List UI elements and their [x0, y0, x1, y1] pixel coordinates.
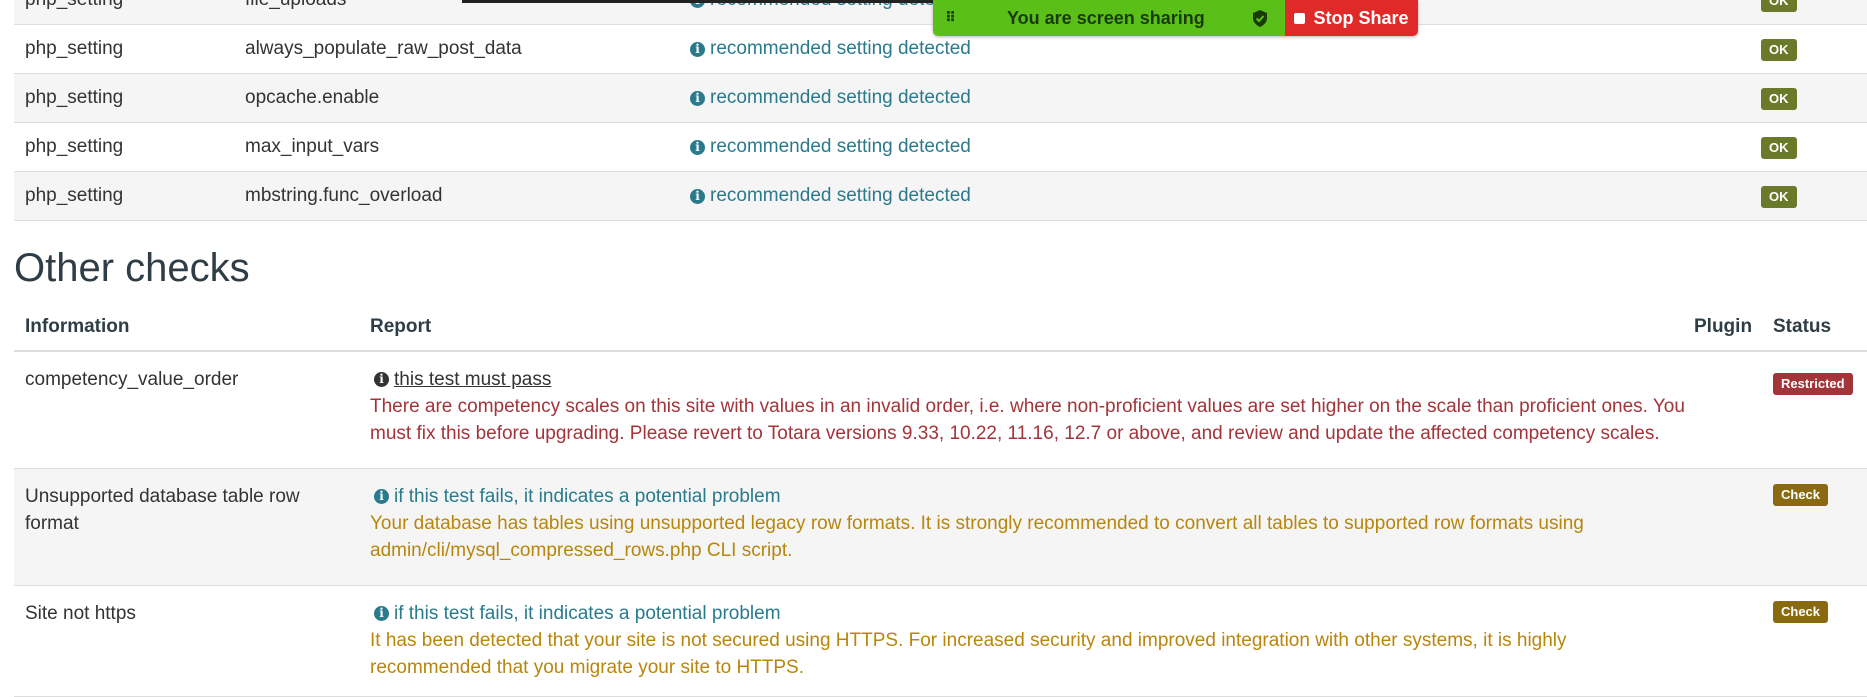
- php-row-report: i recommended setting detected: [690, 185, 971, 207]
- restricted-badge: Restricted: [1773, 373, 1853, 395]
- info-icon: i: [690, 139, 705, 155]
- info-icon: i: [690, 188, 705, 204]
- ok-badge: OK: [1761, 87, 1797, 110]
- report-heading: i if this test fails, it indicates a pot…: [370, 600, 1690, 627]
- table-row: Unsupported database table row format i …: [14, 469, 1867, 586]
- php-row-setting: max_input_vars: [245, 136, 380, 157]
- php-row-report-text: recommended setting detected: [710, 87, 971, 108]
- report-heading: i if this test fails, it indicates a pot…: [370, 483, 1690, 510]
- stop-share-button[interactable]: Stop Share: [1285, 0, 1418, 36]
- ok-badge: OK: [1761, 38, 1797, 61]
- php-row-name: php_setting: [25, 0, 123, 11]
- info-icon: i: [374, 372, 389, 387]
- php-row-report: i recommended setting detected: [690, 136, 971, 158]
- section-title: Other checks: [14, 246, 250, 290]
- info-icon: i: [374, 489, 389, 504]
- status-badge: OK: [1761, 185, 1797, 208]
- screen-sharing-banner: ⠿ You are screen sharing Stop Share: [933, 0, 1418, 36]
- ok-badge: OK: [1761, 136, 1797, 159]
- table-row: php_setting mbstring.func_overload i reco…: [14, 172, 1867, 221]
- status-badge: OK: [1761, 136, 1797, 159]
- info-icon: i: [690, 90, 705, 106]
- report-message: It has been detected that your site is n…: [370, 630, 1567, 678]
- environment-check-page: php_setting file_uploads i recommended se…: [0, 0, 1867, 697]
- stop-share-label: Stop Share: [1313, 7, 1409, 28]
- header-plugin: Plugin: [1694, 316, 1753, 337]
- php-row-setting: mbstring.func_overload: [245, 185, 443, 206]
- other-checks-table: Information Report Plugin Status compete…: [14, 306, 1867, 697]
- report-heading-text: if this test fails, it indicates a poten…: [394, 486, 781, 507]
- ok-badge: OK: [1761, 0, 1797, 12]
- php-row-name: php_setting: [25, 38, 124, 59]
- report-heading-text: if this test fails, it indicates a poten…: [394, 603, 781, 624]
- table-row: competency_value_order i this test must …: [14, 352, 1867, 469]
- report-heading: i this test must pass: [370, 366, 1690, 393]
- report-message: Your database has tables using unsupport…: [370, 513, 1584, 561]
- check-report: i if this test fails, it indicates a pot…: [370, 483, 1690, 564]
- check-report: i if this test fails, it indicates a pot…: [370, 600, 1690, 681]
- status-badge: Check: [1773, 600, 1829, 623]
- check-info: Site not https: [25, 603, 136, 624]
- ok-badge: OK: [1761, 185, 1797, 208]
- info-icon: i: [690, 41, 705, 57]
- info-icon: i: [374, 606, 389, 621]
- share-banner-shadow: [462, 0, 982, 3]
- php-row-report-text: recommended setting detected: [710, 136, 971, 157]
- must-pass-link[interactable]: this test must pass: [394, 366, 551, 393]
- sharing-text: You are screen sharing: [1007, 8, 1205, 28]
- status-badge: OK: [1761, 0, 1797, 12]
- sharing-indicator[interactable]: ⠿ You are screen sharing: [933, 0, 1285, 36]
- table-row: php_setting max_input_vars i recommended …: [14, 123, 1867, 172]
- check-report: i this test must pass There are competen…: [370, 366, 1690, 447]
- check-info: competency_value_order: [25, 369, 239, 390]
- status-badge: Restricted: [1773, 372, 1853, 395]
- shield-check-icon: [1253, 10, 1267, 27]
- check-badge: Check: [1773, 484, 1829, 506]
- status-badge: Check: [1773, 483, 1829, 506]
- header-status: Status: [1773, 316, 1832, 337]
- status-badge: OK: [1761, 87, 1797, 110]
- php-row-setting: always_populate_raw_post_data: [245, 38, 522, 59]
- check-info: Unsupported database table row format: [25, 486, 300, 534]
- stop-icon: [1294, 12, 1306, 24]
- status-badge: OK: [1761, 38, 1797, 61]
- php-row-report: i recommended setting detected: [690, 87, 971, 109]
- table-header: Information Report Plugin Status: [14, 306, 1867, 352]
- php-row-setting: opcache.enable: [245, 87, 380, 108]
- header-report: Report: [370, 316, 432, 337]
- php-row-report-text: recommended setting detected: [710, 185, 971, 206]
- drag-handle-icon[interactable]: ⠿: [945, 9, 956, 26]
- table-row: php_setting opcache.enable i recommended …: [14, 74, 1867, 123]
- check-badge: Check: [1773, 601, 1829, 623]
- php-row-name: php_setting: [25, 87, 124, 108]
- php-row-report-text: recommended setting detected: [710, 38, 971, 59]
- header-information: Information: [25, 316, 130, 337]
- php-row-name: php_setting: [25, 185, 124, 206]
- table-row: Site not https i if this test fails, it …: [14, 586, 1867, 697]
- php-row-report: i recommended setting detected: [690, 38, 971, 60]
- php-row-name: php_setting: [25, 136, 124, 157]
- php-row-setting: file_uploads: [245, 0, 346, 11]
- report-message: There are competency scales on this site…: [370, 396, 1685, 444]
